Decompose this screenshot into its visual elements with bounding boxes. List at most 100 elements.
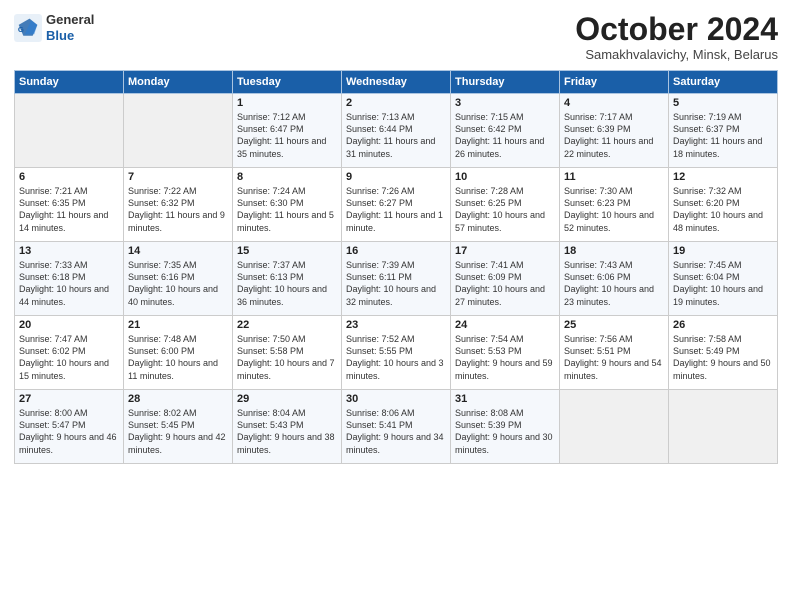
col-wednesday: Wednesday <box>342 71 451 94</box>
day-number: 25 <box>564 319 664 331</box>
week-row-3: 13 Sunrise: 7:33 AMSunset: 6:18 PMDayligh… <box>15 242 778 316</box>
day-detail: Sunrise: 7:19 AMSunset: 6:37 PMDaylight:… <box>673 111 773 160</box>
day-detail: Sunrise: 7:48 AMSunset: 6:00 PMDaylight:… <box>128 333 228 382</box>
day-detail: Sunrise: 7:28 AMSunset: 6:25 PMDaylight:… <box>455 185 555 234</box>
calendar-cell: 10 Sunrise: 7:28 AMSunset: 6:25 PMDayligh… <box>451 168 560 242</box>
day-detail: Sunrise: 7:35 AMSunset: 6:16 PMDaylight:… <box>128 259 228 308</box>
day-detail: Sunrise: 7:39 AMSunset: 6:11 PMDaylight:… <box>346 259 446 308</box>
day-detail: Sunrise: 8:06 AMSunset: 5:41 PMDaylight:… <box>346 407 446 456</box>
logo: G General Blue <box>14 12 94 43</box>
day-number: 13 <box>19 245 119 257</box>
day-number: 29 <box>237 393 337 405</box>
title-block: October 2024 Samakhvalavichy, Minsk, Bel… <box>575 12 778 62</box>
day-number: 22 <box>237 319 337 331</box>
calendar-cell: 19Sunrise: 7:45 AMSunset: 6:04 PMDayligh… <box>669 242 778 316</box>
location: Samakhvalavichy, Minsk, Belarus <box>575 47 778 62</box>
calendar-cell <box>560 390 669 464</box>
day-detail: Sunrise: 7:21 AMSunset: 6:35 PMDaylight:… <box>19 185 119 234</box>
calendar-cell <box>669 390 778 464</box>
calendar-cell: 18 Sunrise: 7:43 AMSunset: 6:06 PMDayligh… <box>560 242 669 316</box>
col-saturday: Saturday <box>669 71 778 94</box>
calendar-cell: 6 Sunrise: 7:21 AMSunset: 6:35 PMDaylight… <box>15 168 124 242</box>
calendar-cell: 23Sunrise: 7:52 AMSunset: 5:55 PMDayligh… <box>342 316 451 390</box>
day-number: 18 <box>564 245 664 257</box>
day-number: 24 <box>455 319 555 331</box>
day-number: 10 <box>455 171 555 183</box>
day-number: 9 <box>346 171 446 183</box>
calendar-cell: 17 Sunrise: 7:41 AMSunset: 6:09 PMDayligh… <box>451 242 560 316</box>
col-monday: Monday <box>124 71 233 94</box>
day-number: 7 <box>128 171 228 183</box>
day-detail: Sunrise: 7:15 AMSunset: 6:42 PMDaylight:… <box>455 111 555 160</box>
calendar-cell: 31 Sunrise: 8:08 AMSunset: 5:39 PMDayligh… <box>451 390 560 464</box>
day-number: 8 <box>237 171 337 183</box>
day-number: 4 <box>564 97 664 109</box>
day-number: 20 <box>19 319 119 331</box>
col-thursday: Thursday <box>451 71 560 94</box>
day-detail: Sunrise: 7:47 AMSunset: 6:02 PMDaylight:… <box>19 333 119 382</box>
calendar-cell: 1 Sunrise: 7:12 AMSunset: 6:47 PMDaylight… <box>233 94 342 168</box>
day-number: 11 <box>564 171 664 183</box>
day-detail: Sunrise: 7:37 AMSunset: 6:13 PMDaylight:… <box>237 259 337 308</box>
day-detail: Sunrise: 7:54 AMSunset: 5:53 PMDaylight:… <box>455 333 555 382</box>
day-number: 30 <box>346 393 446 405</box>
day-number: 1 <box>237 97 337 109</box>
day-number: 26 <box>673 319 773 331</box>
header-row: Sunday Monday Tuesday Wednesday Thursday… <box>15 71 778 94</box>
day-detail: Sunrise: 7:56 AMSunset: 5:51 PMDaylight:… <box>564 333 664 382</box>
calendar-cell: 29Sunrise: 8:04 AMSunset: 5:43 PMDayligh… <box>233 390 342 464</box>
day-number: 14 <box>128 245 228 257</box>
day-number: 31 <box>455 393 555 405</box>
month-title: October 2024 <box>575 12 778 47</box>
day-number: 27 <box>19 393 119 405</box>
week-row-1: 1 Sunrise: 7:12 AMSunset: 6:47 PMDaylight… <box>15 94 778 168</box>
calendar-cell: 3 Sunrise: 7:15 AMSunset: 6:42 PMDaylight… <box>451 94 560 168</box>
calendar-cell: 25 Sunrise: 7:56 AMSunset: 5:51 PMDayligh… <box>560 316 669 390</box>
calendar-cell: 8Sunrise: 7:24 AMSunset: 6:30 PMDaylight… <box>233 168 342 242</box>
calendar-cell: 22Sunrise: 7:50 AMSunset: 5:58 PMDayligh… <box>233 316 342 390</box>
page: G General Blue October 2024 Samakhvalavi… <box>0 0 792 612</box>
logo-text: General Blue <box>46 12 94 43</box>
day-detail: Sunrise: 7:32 AMSunset: 6:20 PMDaylight:… <box>673 185 773 234</box>
day-number: 5 <box>673 97 773 109</box>
day-detail: Sunrise: 7:17 AMSunset: 6:39 PMDaylight:… <box>564 111 664 160</box>
day-detail: Sunrise: 7:41 AMSunset: 6:09 PMDaylight:… <box>455 259 555 308</box>
calendar-cell: 11Sunrise: 7:30 AMSunset: 6:23 PMDayligh… <box>560 168 669 242</box>
day-number: 16 <box>346 245 446 257</box>
calendar-cell: 12Sunrise: 7:32 AMSunset: 6:20 PMDayligh… <box>669 168 778 242</box>
day-detail: Sunrise: 7:33 AMSunset: 6:18 PMDaylight:… <box>19 259 119 308</box>
col-friday: Friday <box>560 71 669 94</box>
calendar-cell: 30 Sunrise: 8:06 AMSunset: 5:41 PMDayligh… <box>342 390 451 464</box>
day-detail: Sunrise: 7:12 AMSunset: 6:47 PMDaylight:… <box>237 111 337 160</box>
day-number: 19 <box>673 245 773 257</box>
calendar-cell: 15 Sunrise: 7:37 AMSunset: 6:13 PMDayligh… <box>233 242 342 316</box>
day-detail: Sunrise: 7:43 AMSunset: 6:06 PMDaylight:… <box>564 259 664 308</box>
week-row-4: 20 Sunrise: 7:47 AMSunset: 6:02 PMDayligh… <box>15 316 778 390</box>
calendar-cell: 9 Sunrise: 7:26 AMSunset: 6:27 PMDaylight… <box>342 168 451 242</box>
day-number: 17 <box>455 245 555 257</box>
calendar-cell: 20 Sunrise: 7:47 AMSunset: 6:02 PMDayligh… <box>15 316 124 390</box>
day-number: 23 <box>346 319 446 331</box>
calendar-cell: 5 Sunrise: 7:19 AMSunset: 6:37 PMDaylight… <box>669 94 778 168</box>
day-detail: Sunrise: 8:08 AMSunset: 5:39 PMDaylight:… <box>455 407 555 456</box>
logo-icon: G <box>14 14 42 42</box>
calendar-cell: 27 Sunrise: 8:00 AMSunset: 5:47 PMDayligh… <box>15 390 124 464</box>
calendar-cell: 24 Sunrise: 7:54 AMSunset: 5:53 PMDayligh… <box>451 316 560 390</box>
day-detail: Sunrise: 7:26 AMSunset: 6:27 PMDaylight:… <box>346 185 446 234</box>
day-number: 3 <box>455 97 555 109</box>
calendar-cell <box>15 94 124 168</box>
col-sunday: Sunday <box>15 71 124 94</box>
day-number: 6 <box>19 171 119 183</box>
calendar-cell: 14 Sunrise: 7:35 AMSunset: 6:16 PMDayligh… <box>124 242 233 316</box>
calendar-cell <box>124 94 233 168</box>
day-detail: Sunrise: 7:22 AMSunset: 6:32 PMDaylight:… <box>128 185 228 234</box>
calendar-cell: 2Sunrise: 7:13 AMSunset: 6:44 PMDaylight… <box>342 94 451 168</box>
day-number: 15 <box>237 245 337 257</box>
calendar-cell: 4 Sunrise: 7:17 AMSunset: 6:39 PMDaylight… <box>560 94 669 168</box>
day-number: 28 <box>128 393 228 405</box>
calendar-cell: 7 Sunrise: 7:22 AMSunset: 6:32 PMDaylight… <box>124 168 233 242</box>
calendar-cell: 16 Sunrise: 7:39 AMSunset: 6:11 PMDayligh… <box>342 242 451 316</box>
day-detail: Sunrise: 8:00 AMSunset: 5:47 PMDaylight:… <box>19 407 119 456</box>
week-row-2: 6 Sunrise: 7:21 AMSunset: 6:35 PMDaylight… <box>15 168 778 242</box>
svg-text:G: G <box>18 24 24 33</box>
